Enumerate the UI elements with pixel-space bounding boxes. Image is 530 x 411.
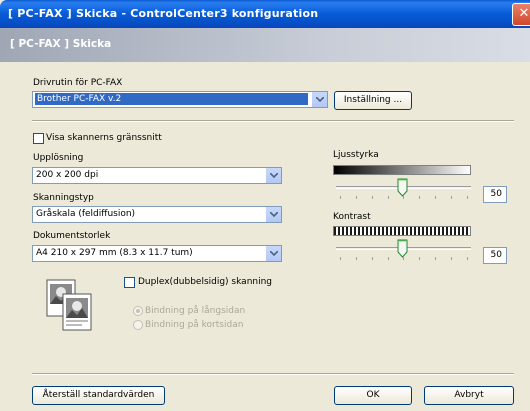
window-title: [ PC-FAX ] Skicka - ControlCenter3 konfi… xyxy=(8,7,319,20)
slider-tick xyxy=(340,257,341,260)
driver-value: Brother PC-FAX v.2 xyxy=(35,93,308,105)
reset-defaults-button[interactable]: Återställ standardvärden xyxy=(32,386,165,405)
slider-tick xyxy=(372,257,373,260)
duplex-long-edge-label: Bindning på långsidan xyxy=(145,306,246,316)
close-button[interactable]: ✕ xyxy=(512,3,530,26)
scan-type-label: Skanningstyp xyxy=(33,193,94,203)
driver-label: Drivrutin för PC-FAX xyxy=(33,78,123,88)
slider-tick xyxy=(435,257,436,260)
slider-tick xyxy=(419,257,420,260)
ok-button[interactable]: OK xyxy=(334,386,412,405)
slider-tick xyxy=(467,196,468,199)
resolution-label: Upplösning xyxy=(33,153,84,163)
slider-tick xyxy=(388,257,389,260)
divider xyxy=(32,373,514,375)
settings-button[interactable]: Inställning ... xyxy=(334,91,412,110)
brightness-slider-thumb[interactable] xyxy=(397,178,408,197)
document-size-select[interactable]: A4 210 x 297 mm (8.3 x 11.7 tum) xyxy=(32,245,282,262)
slider-tick xyxy=(419,196,420,199)
slider-tick xyxy=(451,257,452,260)
duplex-checkbox[interactable] xyxy=(124,277,135,288)
radio-selected-dot xyxy=(136,309,140,313)
show-scanner-ui-label: Visa skannerns gränssnitt xyxy=(46,133,162,143)
chevron-down-icon[interactable] xyxy=(311,92,327,107)
dialog-window: [ PC-FAX ] Skicka - ControlCenter3 konfi… xyxy=(0,0,530,411)
slider-tick xyxy=(340,196,341,199)
section-header: [ PC-FAX ] Skicka xyxy=(0,28,530,62)
slider-tick xyxy=(403,196,404,199)
slider-tick xyxy=(372,196,373,199)
contrast-slider-thumb[interactable] xyxy=(397,239,408,258)
title-bar[interactable]: [ PC-FAX ] Skicka - ControlCenter3 konfi… xyxy=(0,0,530,28)
slider-tick xyxy=(435,196,436,199)
show-scanner-ui-checkbox[interactable] xyxy=(33,133,44,144)
scan-type-value: Gråskala (feldiffusion) xyxy=(36,209,136,219)
header-title: [ PC-FAX ] Skicka xyxy=(10,38,112,50)
duplex-short-edge-radio[interactable] xyxy=(133,320,143,330)
duplex-short-edge-label: Bindning på kortsidan xyxy=(145,320,244,330)
contrast-label: Kontrast xyxy=(333,212,371,222)
slider-tick xyxy=(356,196,357,199)
slider-tick xyxy=(467,257,468,260)
duplex-document-icon xyxy=(46,279,92,331)
divider xyxy=(32,120,514,122)
brightness-value[interactable]: 50 xyxy=(483,186,507,203)
slider-tick xyxy=(356,257,357,260)
slider-tick xyxy=(403,257,404,260)
document-size-label: Dokumentstorlek xyxy=(33,231,111,241)
chevron-down-icon[interactable] xyxy=(265,168,281,183)
duplex-label: Duplex(dubbelsidig) skanning xyxy=(138,277,273,287)
brightness-label: Ljusstyrka xyxy=(333,150,379,160)
brightness-gradient xyxy=(333,165,471,175)
driver-select[interactable]: Brother PC-FAX v.2 xyxy=(32,91,328,108)
contrast-pattern xyxy=(333,226,471,236)
resolution-select[interactable]: 200 x 200 dpi xyxy=(32,167,282,184)
scan-type-select[interactable]: Gråskala (feldiffusion) xyxy=(32,206,282,223)
cancel-button[interactable]: Avbryt xyxy=(424,386,514,405)
document-size-value: A4 210 x 297 mm (8.3 x 11.7 tum) xyxy=(36,248,193,258)
resolution-value: 200 x 200 dpi xyxy=(36,170,99,180)
slider-tick xyxy=(451,196,452,199)
duplex-long-edge-radio[interactable] xyxy=(133,306,143,316)
slider-tick xyxy=(388,196,389,199)
contrast-value[interactable]: 50 xyxy=(483,247,507,264)
chevron-down-icon[interactable] xyxy=(265,246,281,261)
chevron-down-icon[interactable] xyxy=(265,207,281,222)
